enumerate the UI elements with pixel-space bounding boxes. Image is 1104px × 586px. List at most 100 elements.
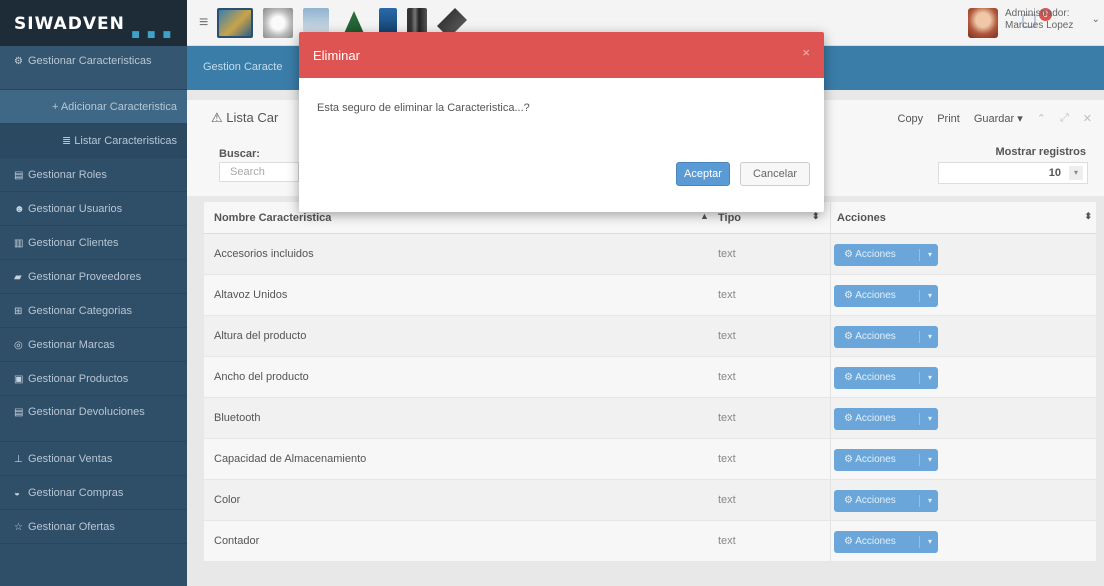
table-icon: ▤ — [14, 170, 24, 181]
cell-name: Accesorios incluidos — [214, 248, 314, 260]
col-type-header[interactable]: Tipo — [718, 212, 741, 224]
sort-asc-icon[interactable]: ▲ — [700, 211, 709, 221]
breadcrumb[interactable]: Gestion Caracte — [203, 61, 282, 73]
actions-button[interactable]: ⚙ Acciones ▾ — [834, 285, 938, 307]
sidebar-item-label: Gestionar Ventas — [28, 453, 113, 465]
file-icon: ▤ — [14, 407, 24, 418]
sitemap-icon: ⊞ — [14, 306, 23, 317]
sidebar-item-productos[interactable]: ▣ Gestionar Productos — [0, 362, 187, 396]
copy-button[interactable]: Copy — [898, 113, 924, 125]
column-divider — [830, 480, 831, 520]
search-input[interactable]: Search — [219, 162, 299, 182]
speaker-image[interactable] — [263, 8, 293, 38]
collapse-icon[interactable]: ⌃ — [1037, 112, 1046, 125]
column-divider — [830, 275, 831, 315]
sidebar-item-proveedores[interactable]: ▰ Gestionar Proveedores — [0, 260, 187, 294]
cell-name: Color — [214, 494, 241, 506]
caret-down-icon: ▾ — [927, 455, 932, 464]
sidebar-item-clientes[interactable]: ▥ Gestionar Clientes — [0, 226, 187, 260]
avatar[interactable] — [968, 8, 998, 38]
table-row: Bluetooth text ⚙ Acciones ▾ — [204, 398, 1096, 439]
cell-type: text — [718, 412, 736, 424]
table-row: Color text ⚙ Acciones ▾ — [204, 480, 1096, 521]
sidebar-item-label: Gestionar Usuarios — [28, 203, 123, 215]
close-icon[interactable]: × — [802, 45, 810, 60]
cell-type: text — [718, 289, 736, 301]
gear-icon: ⚙ — [844, 536, 856, 547]
col-actions-header[interactable]: Acciones — [837, 212, 886, 224]
chevron-down-icon[interactable]: ⌄ — [1092, 14, 1100, 25]
user-menu[interactable]: Administrador: Marcues Lopez — [1005, 8, 1073, 32]
sidebar-item-marcas[interactable]: ◎ Gestionar Marcas — [0, 328, 187, 362]
dialog-title: Eliminar — [313, 48, 360, 63]
expand-icon[interactable]: ⤢ — [1060, 112, 1069, 125]
cell-name: Altavoz Unidos — [214, 289, 288, 301]
app-logo[interactable]: SIWADVEN ■ ■ ■ — [0, 0, 187, 46]
sidebar-item-listar[interactable]: ≣ Listar Caracteristicas — [0, 124, 187, 158]
print-button[interactable]: Print — [937, 113, 960, 125]
sidebar-item-label: Gestionar Marcas — [28, 339, 115, 351]
sidebar-item-categorias[interactable]: ⊞ Gestionar Categorias — [0, 294, 187, 328]
actions-button[interactable]: ⚙ Acciones ▾ — [834, 244, 938, 266]
users-icon: ☻ — [14, 204, 25, 215]
cancel-button[interactable]: Cancelar — [740, 162, 810, 186]
panel-title: ⚠ Lista Car — [211, 110, 279, 125]
warning-icon: ⚠ — [211, 110, 227, 125]
save-dropdown[interactable]: Guardar ▾ — [974, 112, 1023, 125]
cell-name: Altura del producto — [214, 330, 307, 342]
col-name-header[interactable]: Nombre Caracteristica — [214, 212, 331, 224]
monitor-image[interactable] — [217, 8, 253, 38]
sidebar-item-caracteristicas[interactable]: ⚙ Gestionar Caracteristicas — [0, 46, 187, 90]
cart-icon: ⊥ — [14, 454, 23, 465]
table-row: Altura del producto text ⚙ Acciones ▾ — [204, 316, 1096, 357]
gear-icon: ⚙ — [844, 249, 856, 260]
sidebar-item-label: Gestionar Ofertas — [28, 521, 115, 533]
logo-text: SIWADVEN — [14, 14, 125, 34]
gears-icon: ⚙ — [14, 56, 23, 67]
sidebar-item-usuarios[interactable]: ☻ Gestionar Usuarios — [0, 192, 187, 226]
hamburger-icon[interactable]: ≡ — [199, 14, 208, 32]
sidebar-item-roles[interactable]: ▤ Gestionar Roles — [0, 158, 187, 192]
actions-button[interactable]: ⚙ Acciones ▾ — [834, 531, 938, 553]
table-row: Capacidad de Almacenamiento text ⚙ Accio… — [204, 439, 1096, 480]
accept-button[interactable]: Aceptar — [676, 162, 730, 186]
page-size-select[interactable]: 10 ▾ — [938, 162, 1088, 184]
actions-button[interactable]: ⚙ Acciones ▾ — [834, 326, 938, 348]
table-row: Accesorios incluidos text ⚙ Acciones ▾ — [204, 234, 1096, 275]
caret-down-icon: ▾ — [927, 496, 932, 505]
dialog-header: Eliminar × — [299, 32, 824, 78]
badge-icon: ◎ — [14, 340, 23, 351]
star-icon: ☆ — [14, 522, 23, 533]
sidebar-item-label: Gestionar Devoluciones — [28, 406, 145, 418]
sidebar-item-ofertas[interactable]: ☆ Gestionar Ofertas — [0, 510, 187, 544]
sidebar-item-label: ≣ Listar Caracteristicas — [62, 135, 177, 147]
gear-icon: ⚙ — [844, 454, 856, 465]
close-icon[interactable]: ✕ — [1083, 112, 1092, 125]
sort-icon[interactable]: ⬍ — [812, 211, 820, 222]
column-divider — [830, 439, 831, 479]
table-toolbar: Copy Print Guardar ▾ ⌃ ⤢ ✕ — [898, 112, 1093, 125]
gear-icon: ⚙ — [844, 372, 856, 383]
caret-down-icon: ▾ — [927, 537, 932, 546]
building-icon: ▥ — [14, 238, 24, 249]
box-icon: ▣ — [14, 374, 24, 385]
user-role: Administrador: — [1005, 8, 1070, 19]
sidebar-item-label: Gestionar Proveedores — [28, 271, 142, 283]
sidebar-item-compras[interactable]: ◒ Gestionar Compras — [0, 476, 187, 510]
table-row: Ancho del producto text ⚙ Acciones ▾ — [204, 357, 1096, 398]
sidebar-item-label: Gestionar Caracteristicas — [28, 55, 152, 67]
sidebar-item-devoluciones[interactable]: ▤ Gestionar Devoluciones — [0, 396, 187, 442]
actions-button[interactable]: ⚙ Acciones ▾ — [834, 408, 938, 430]
sidebar: ⚙ Gestionar Caracteristicas + Adicionar C… — [0, 46, 187, 586]
sidebar-item-adicionar[interactable]: + Adicionar Caracteristica — [0, 90, 187, 124]
actions-button[interactable]: ⚙ Acciones ▾ — [834, 449, 938, 471]
actions-button[interactable]: ⚙ Acciones ▾ — [834, 490, 938, 512]
sidebar-item-label: Gestionar Categorias — [28, 305, 132, 317]
gear-icon: ⚙ — [844, 495, 856, 506]
logo-dots: ■ ■ ■ — [131, 30, 173, 40]
actions-button[interactable]: ⚙ Acciones ▾ — [834, 367, 938, 389]
sidebar-item-ventas[interactable]: ⊥ Gestionar Ventas — [0, 442, 187, 476]
cell-type: text — [718, 248, 736, 260]
sort-icon[interactable]: ⬍ — [1084, 211, 1092, 222]
column-divider — [830, 357, 831, 397]
